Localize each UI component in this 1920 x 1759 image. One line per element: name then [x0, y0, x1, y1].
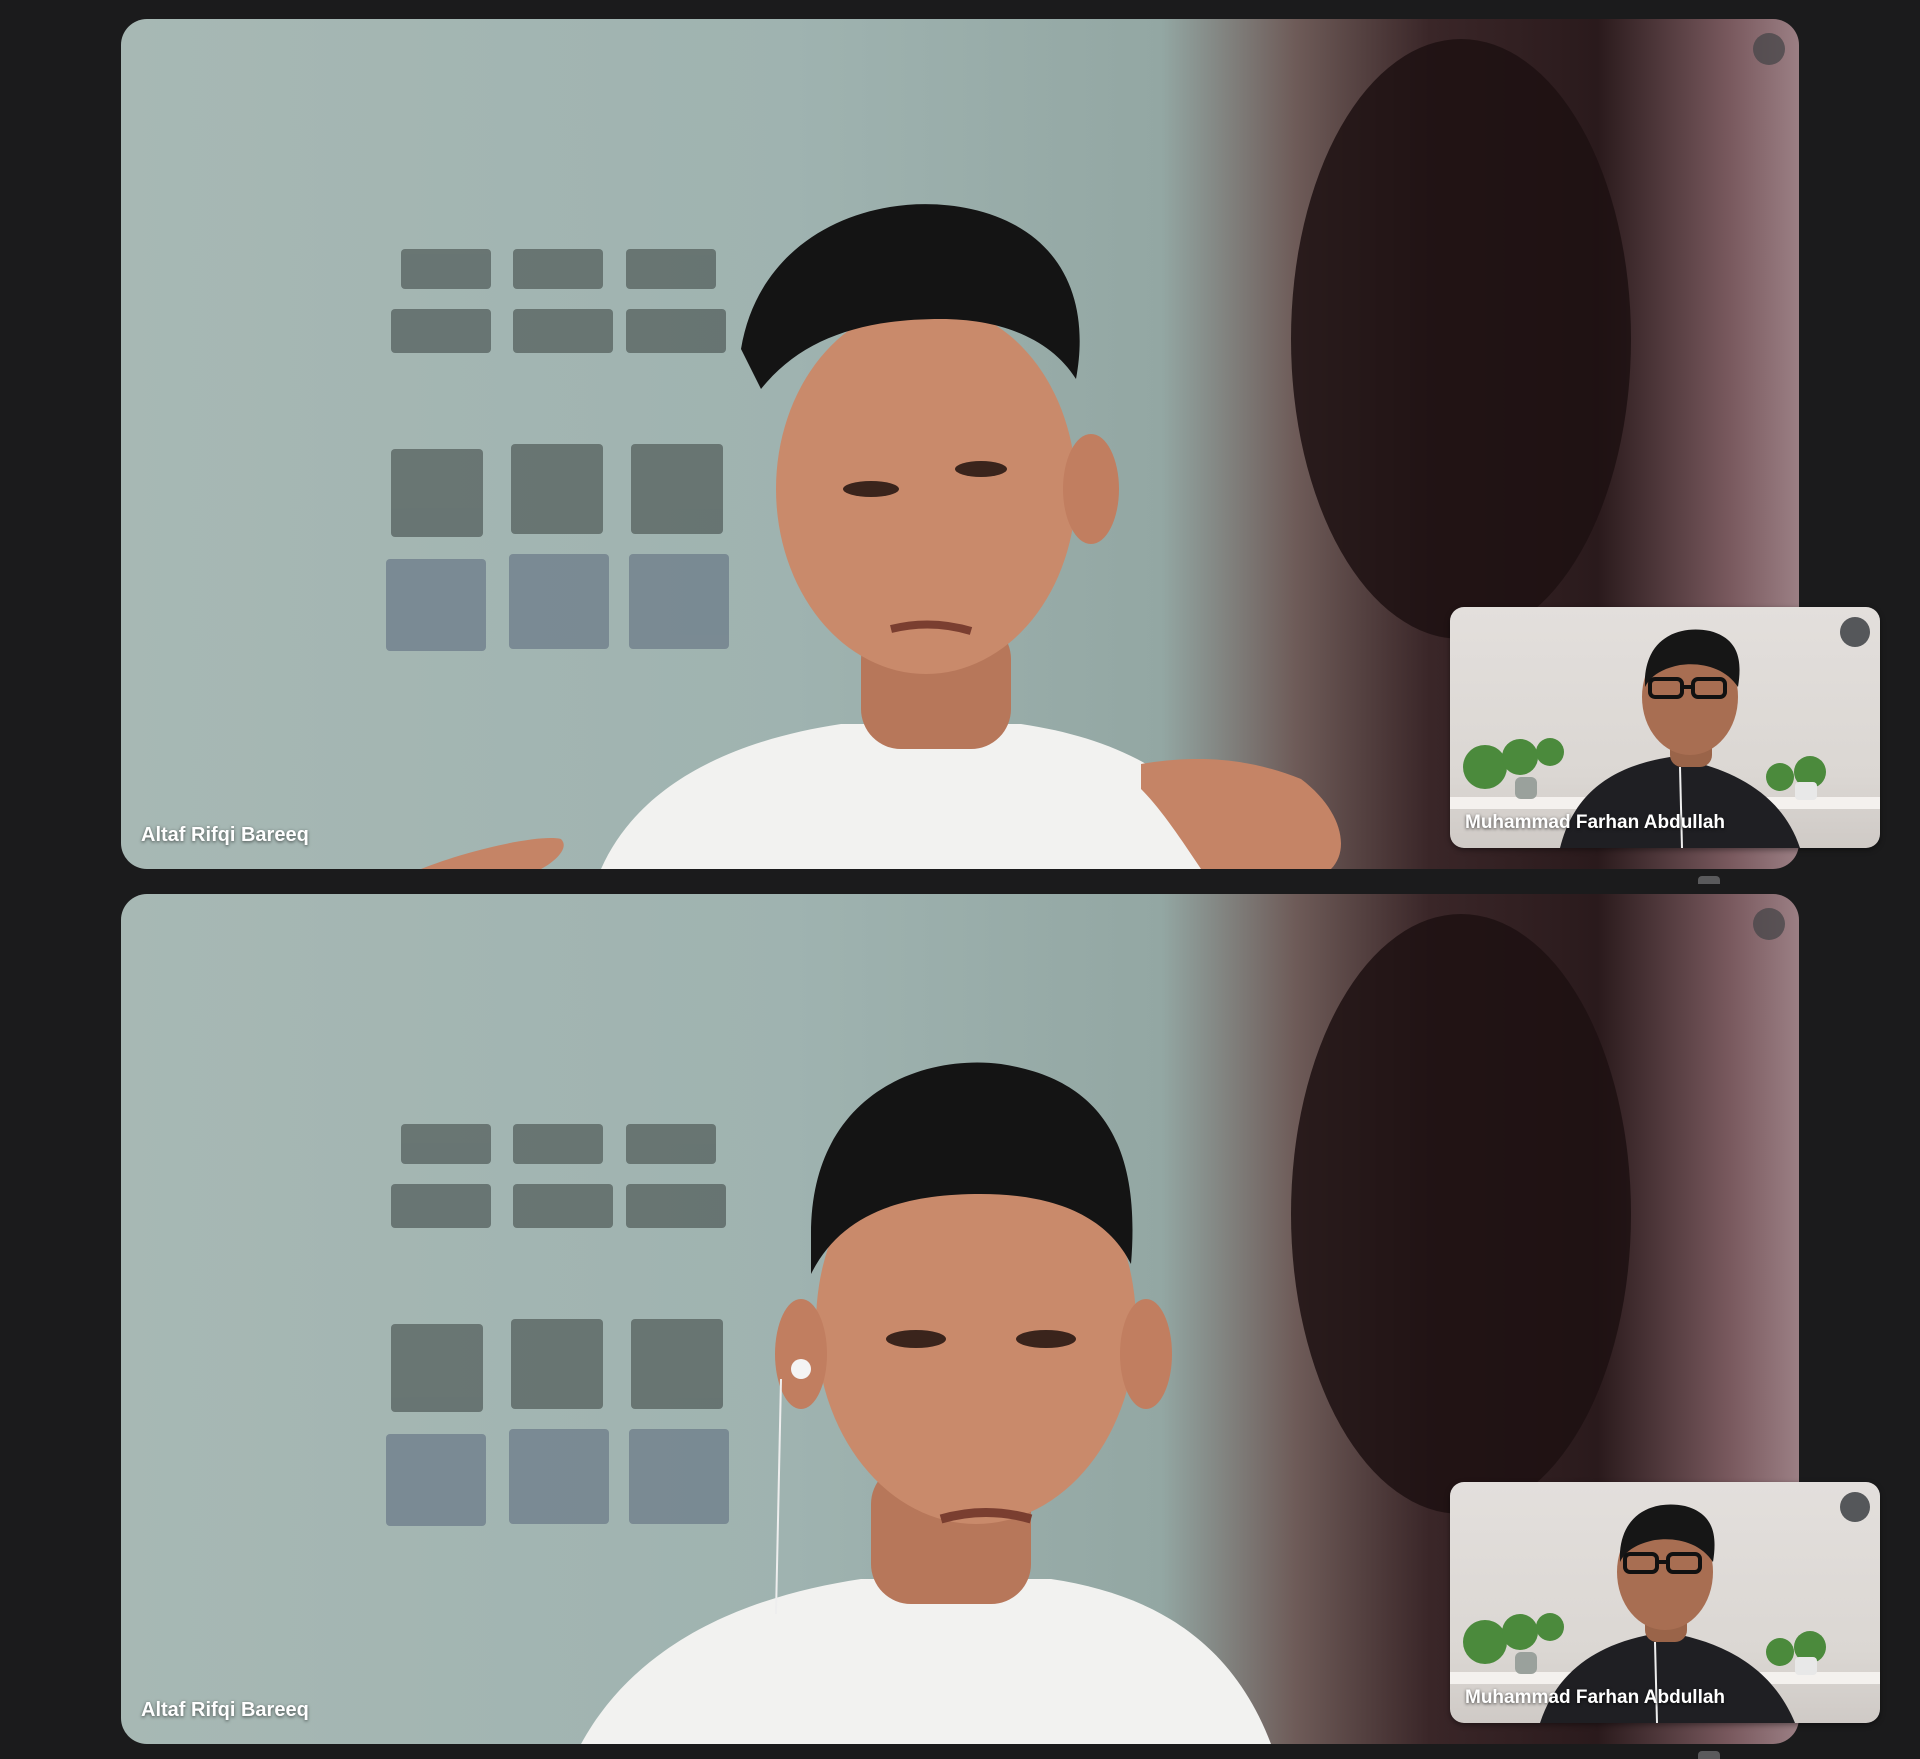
mic-off-icon	[1840, 617, 1870, 647]
mic-off-icon	[1840, 1492, 1870, 1522]
self-name-label: Muhammad Farhan Abdullah	[1465, 812, 1726, 833]
self-view-tile[interactable]: Muhammad Farhan Abdullah	[1450, 1482, 1880, 1723]
self-view-tile[interactable]: Muhammad Farhan Abdullah	[1450, 607, 1880, 848]
scroll-indicator	[1698, 1751, 1720, 1759]
self-name-label: Muhammad Farhan Abdullah	[1465, 1687, 1726, 1708]
more-options-button[interactable]	[1753, 908, 1785, 940]
participant-name-label: Altaf Rifqi Bareeq	[141, 1699, 309, 1721]
more-options-button[interactable]	[1753, 33, 1785, 65]
participant-name-label: Altaf Rifqi Bareeq	[141, 824, 309, 846]
scroll-indicator	[1698, 876, 1720, 884]
